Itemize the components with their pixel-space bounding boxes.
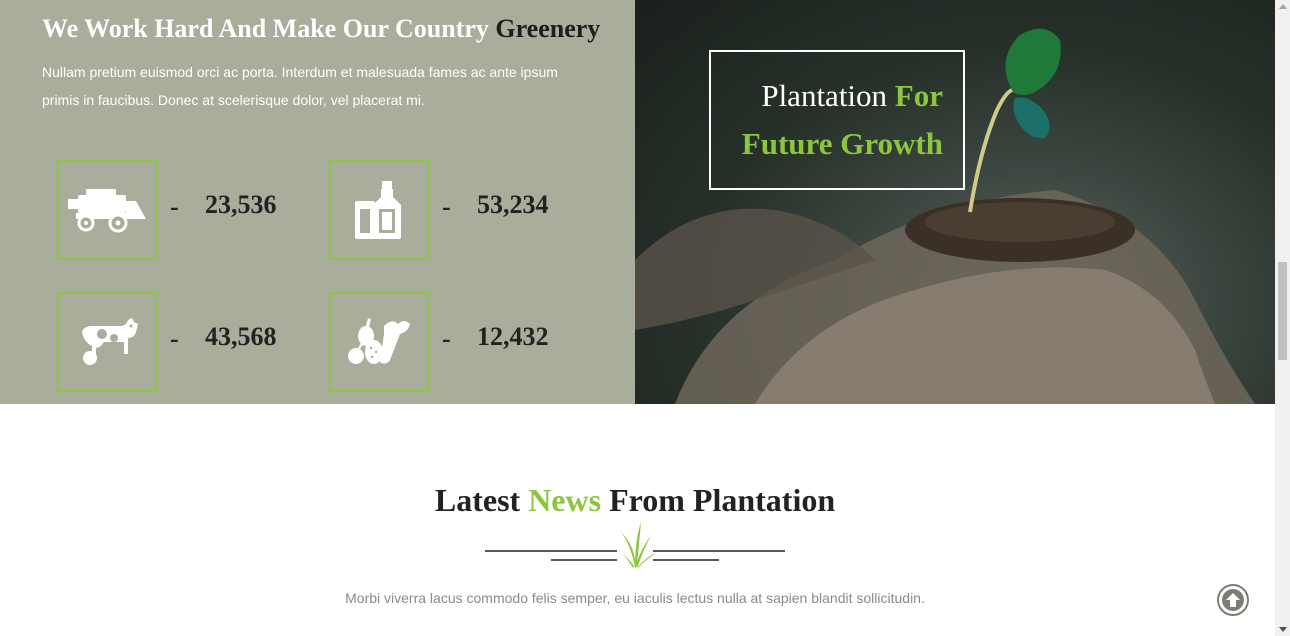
stat-value-produce: 12,432 <box>477 322 549 351</box>
back-to-top-button[interactable] <box>1217 584 1249 616</box>
hero-caption-for: For <box>894 78 943 113</box>
page-scrollbar[interactable] <box>1275 0 1290 636</box>
news-section-title: Latest News From Plantation <box>0 482 1270 519</box>
hero-caption-line2: Future Growth <box>741 126 943 161</box>
harvester-icon <box>57 160 157 260</box>
stat-value-harvest: 23,536 <box>205 190 277 219</box>
scroll-up-arrow-icon[interactable] <box>1279 4 1287 9</box>
stat-dash: - <box>170 324 179 353</box>
fruits-vegetables-icon <box>329 292 429 392</box>
stats-description: Nullam pretium euismod orci ac porta. In… <box>42 64 558 108</box>
news-title-rest: From Plantation <box>609 482 836 518</box>
hands-holding-seedling-image: Plantation For Future Growth <box>635 0 1275 404</box>
cow-icon <box>57 292 157 392</box>
arrow-up-circle-icon <box>1222 589 1244 611</box>
hero-caption-line1: Plantation For <box>761 78 943 114</box>
stat-value-dairy: 53,234 <box>477 190 549 219</box>
stats-title-highlight: Greenery <box>495 14 601 43</box>
grass-divider <box>485 520 785 570</box>
stat-dash: - <box>442 324 451 353</box>
hero-caption-plantation: Plantation <box>761 78 888 113</box>
stat-dash: - <box>170 192 179 221</box>
hero-caption-box: Plantation For Future Growth <box>709 50 965 190</box>
stat-dash: - <box>442 192 451 221</box>
news-section-description: Morbi viverra lacus commodo felis semper… <box>345 590 925 606</box>
grass-icon <box>485 522 785 568</box>
stats-title-main: We Work Hard And Make Our Country <box>42 14 489 43</box>
milk-bottles-icon <box>329 160 429 260</box>
news-title-latest: Latest <box>434 482 521 518</box>
stats-panel: We Work Hard And Make Our Country Greene… <box>0 0 635 404</box>
stat-value-livestock: 43,568 <box>205 322 277 351</box>
scroll-thumb[interactable] <box>1278 262 1287 360</box>
news-title-news: News <box>528 482 602 518</box>
stats-title: We Work Hard And Make Our Country Greene… <box>42 14 600 44</box>
scroll-down-arrow-icon[interactable] <box>1279 627 1287 632</box>
